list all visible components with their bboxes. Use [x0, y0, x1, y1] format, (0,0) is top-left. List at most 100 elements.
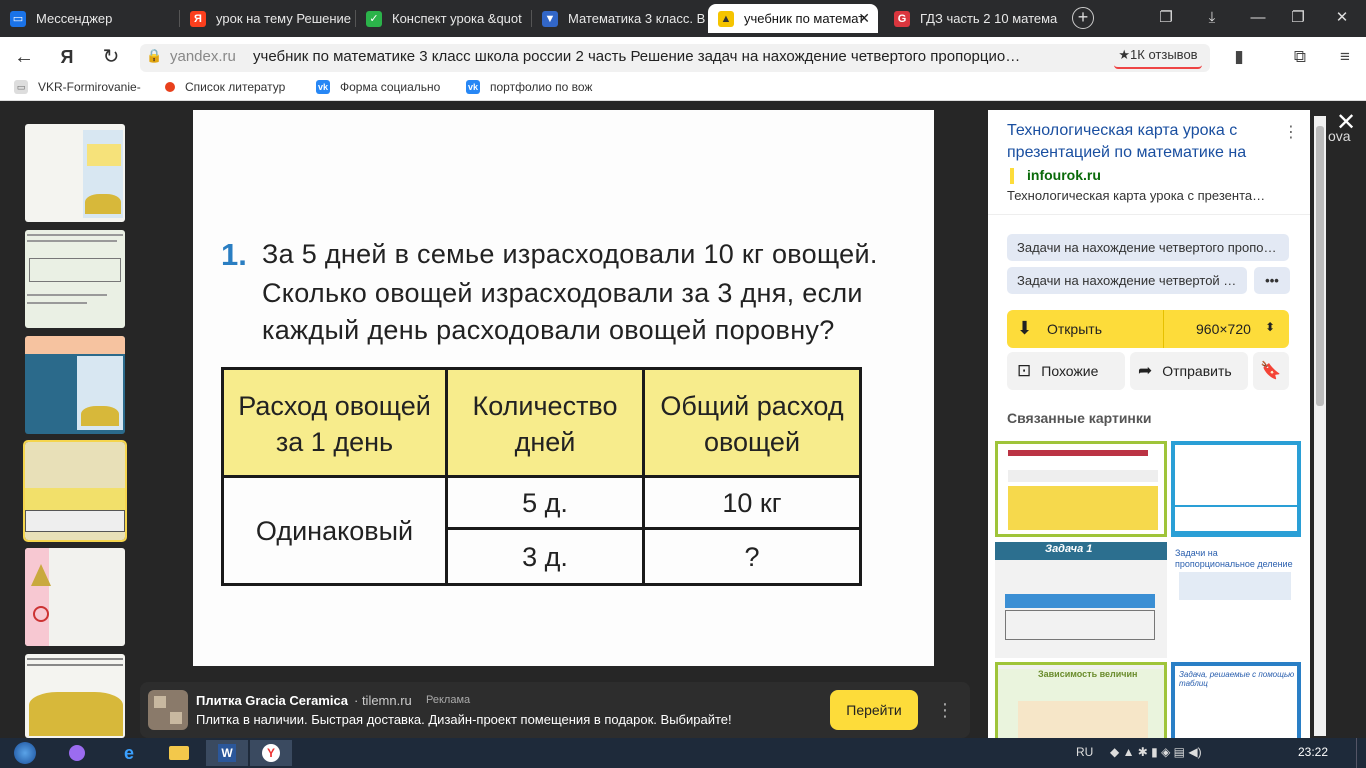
extensions-icon[interactable]: ⧉ — [1289, 46, 1311, 68]
close-tab-icon[interactable]: ✕ — [858, 10, 870, 27]
reload-icon[interactable]: ↻ — [99, 45, 123, 69]
bookmark-portfolio[interactable]: vk портфолио по вож — [466, 80, 592, 94]
thumbnail[interactable] — [25, 336, 125, 434]
app-purple-icon[interactable] — [56, 740, 98, 766]
lens-icon: ⊡ — [1017, 361, 1032, 380]
tab-konspekt[interactable]: ✓ Конспект урока &quot — [356, 4, 532, 33]
related-image[interactable] — [995, 441, 1167, 537]
ie-icon[interactable]: e — [108, 740, 150, 766]
more-vertical-icon[interactable]: ⋮ — [1283, 122, 1299, 142]
tab-textbook-active[interactable]: ▲ учебник по математ ✕ — [708, 4, 878, 33]
size-select-icon[interactable]: ⬍ — [1265, 320, 1275, 334]
result-description: Технологическая карта урока с презента… — [1007, 188, 1266, 203]
ad-go-button[interactable]: Перейти — [830, 690, 918, 730]
source-favicon-icon — [1010, 168, 1014, 184]
image-size[interactable]: 960×720 — [1196, 321, 1251, 337]
image-icon: ▲ — [718, 10, 734, 27]
thumbnail[interactable] — [25, 548, 125, 646]
problem-text-line: каждый день расходовали овощей поровну? — [262, 315, 835, 345]
lock-icon: 🔒 — [146, 48, 163, 63]
language-indicator[interactable]: RU — [1076, 745, 1093, 759]
table-cell: 10 кг — [722, 487, 782, 518]
result-title-link[interactable]: Технологическая карта урока с презентаци… — [1007, 120, 1277, 164]
new-tab-button[interactable]: + — [1072, 7, 1094, 29]
table-cell: 5 д. — [522, 487, 568, 518]
bookmark-literature[interactable]: Список литератур — [165, 80, 285, 94]
related-image[interactable]: Задача, решаемые с помощью таблиц — [1171, 662, 1301, 738]
restore-icon[interactable]: ❐ — [1288, 8, 1308, 28]
bookmark-icon: ▼ — [542, 10, 558, 27]
tab-gdz[interactable]: G ГДЗ часть 2 10 матема — [884, 4, 1060, 33]
bookmarks-bar: ▭ VKR-Formirovanie- Список литератур vk … — [0, 77, 1366, 101]
more-chips-button[interactable]: ••• — [1254, 267, 1290, 294]
table-header: Расход овощей за 1 день — [238, 391, 431, 457]
related-image[interactable]: Задачи на пропорциональное деление — [1171, 542, 1301, 658]
minimize-icon[interactable]: — — [1248, 8, 1268, 28]
panel-scrollbar[interactable] — [1314, 116, 1326, 736]
ad-thumbnail — [148, 690, 188, 730]
back-arrow-icon[interactable]: ← — [12, 45, 36, 69]
ad-more-icon[interactable]: ⋮ — [930, 690, 960, 730]
table-header: Количество дней — [472, 391, 618, 457]
share-button[interactable]: ➦ Отправить — [1130, 352, 1248, 390]
ad-domain: · tilemn.ru — [354, 693, 412, 708]
related-query-chip[interactable]: Задачи на нахождение четвертого пропо… — [1007, 234, 1289, 261]
close-viewer-icon[interactable]: ✕ — [1336, 108, 1356, 137]
clock[interactable]: 23:22 — [1298, 745, 1328, 759]
tab-math[interactable]: ▼ Математика 3 класс. В — [532, 4, 708, 33]
problem-table: Расход овощей за 1 день Количество дней … — [221, 367, 862, 586]
url-domain: yandex.ru — [170, 48, 236, 65]
yandex-browser-icon[interactable]: Y — [250, 740, 292, 766]
similar-button[interactable]: ⊡ Похожие — [1007, 352, 1125, 390]
explorer-icon[interactable] — [158, 740, 200, 766]
bookmark-icon: 🔖 — [1260, 361, 1282, 380]
address-bar: ← Я ↻ 🔒 yandex.ru учебник по математике … — [0, 37, 1366, 77]
thumbnail-selected[interactable] — [23, 440, 127, 542]
open-button[interactable]: ⬇ Открыть 960×720 ⬍ — [1007, 310, 1289, 348]
bookmark-vkr[interactable]: ▭ VKR-Formirovanie- — [14, 80, 141, 94]
word-icon[interactable]: W — [206, 740, 248, 766]
tab-messenger[interactable]: ▭ Мессенджер — [0, 4, 180, 33]
share-arrow-icon: ➦ — [1138, 361, 1153, 380]
circle-icon — [165, 82, 175, 92]
related-query-chip[interactable]: Задачи на нахождение четвертой … — [1007, 267, 1247, 294]
vk-icon: vk — [316, 80, 330, 94]
bookmark-page-icon[interactable]: ▮ — [1228, 46, 1250, 68]
source-domain-link[interactable]: infourok.ru — [1027, 167, 1101, 183]
problem-number: 1. — [221, 237, 247, 272]
yandex-logo-icon[interactable]: Я — [55, 45, 79, 69]
table-header: Общий расход овощей — [660, 391, 844, 457]
related-image[interactable] — [1171, 441, 1301, 537]
yandex-icon: Я — [190, 10, 206, 27]
bookmark-social-form[interactable]: vk Форма социально — [316, 80, 440, 94]
problem-text-line: За 5 дней в семье израсходовали 10 кг ов… — [262, 239, 878, 269]
thumbnail[interactable] — [25, 654, 125, 738]
table-cell: ? — [744, 541, 760, 572]
tab-lesson[interactable]: Я урок на тему Решение — [180, 4, 356, 33]
gdz-icon: G — [894, 10, 910, 27]
doc-icon: ▭ — [14, 80, 28, 94]
image-info-panel: Технологическая карта урока с презентаци… — [988, 110, 1310, 738]
start-icon[interactable] — [4, 740, 46, 766]
tray-icons[interactable]: ◆ ▲ ✱ ▮ ◈ ▤ ◀) — [1110, 745, 1202, 759]
thumbnail[interactable] — [25, 230, 125, 328]
save-bookmark-button[interactable]: 🔖 — [1253, 352, 1289, 390]
related-images-heading: Связанные картинки — [1007, 410, 1152, 426]
table-cell: Одинаковый — [255, 515, 414, 546]
check-icon: ✓ — [366, 10, 382, 27]
url-page-title: учебник по математике 3 класс школа росс… — [253, 48, 1021, 65]
menu-icon[interactable]: ≡ — [1334, 46, 1356, 68]
vk-icon: vk — [466, 80, 480, 94]
thumbnail[interactable] — [25, 124, 125, 222]
ad-text: Плитка в наличии. Быстрая доставка. Диза… — [196, 712, 732, 727]
show-desktop-button[interactable] — [1356, 738, 1366, 768]
tab-manager-icon[interactable]: ❐ — [1156, 8, 1176, 28]
downloads-icon[interactable]: ⤓ — [1202, 8, 1222, 28]
reviews-badge[interactable]: ★1К отзывов — [1114, 43, 1202, 69]
related-image[interactable]: Зависимость величин — [995, 662, 1167, 738]
ad-label: Реклама — [426, 694, 471, 706]
related-image[interactable]: Задача 1 — [995, 542, 1167, 658]
ad-title[interactable]: Плитка Gracia Ceramica — [196, 693, 348, 708]
close-window-icon[interactable]: ✕ — [1332, 8, 1352, 28]
ad-banner[interactable]: Плитка Gracia Ceramica · tilemn.ru Рекла… — [140, 682, 970, 738]
